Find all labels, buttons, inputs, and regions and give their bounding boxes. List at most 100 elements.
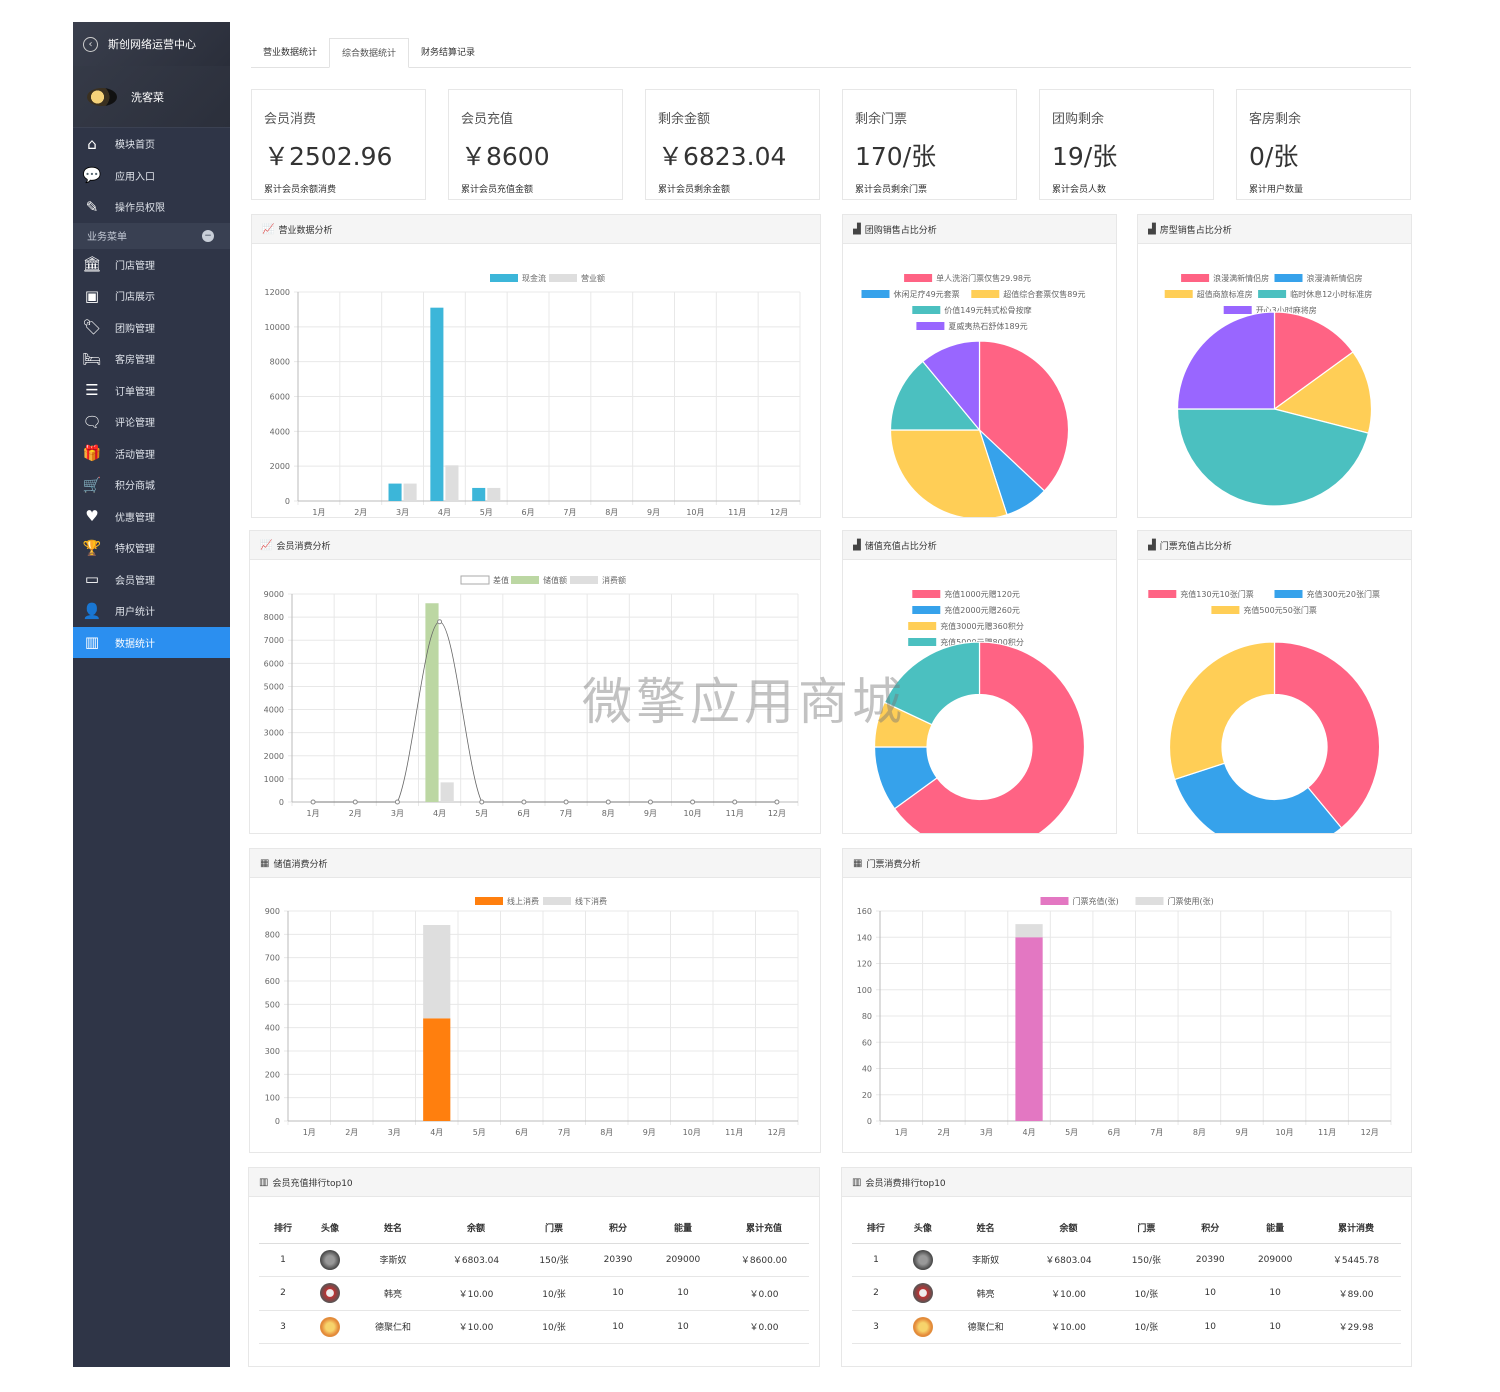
legend-item[interactable]: 超值商旅标准房 (1164, 289, 1253, 299)
bar[interactable] (440, 782, 454, 802)
bar[interactable] (430, 307, 444, 501)
sidebar-section-header[interactable]: 业务菜单 − (73, 222, 230, 249)
sidebar-item[interactable]: ♥ 优惠管理 (73, 501, 230, 533)
legend-item[interactable]: 门票使用(张) (1135, 896, 1214, 906)
bar[interactable] (403, 483, 417, 501)
data-point[interactable] (479, 799, 485, 805)
pie-slice[interactable] (1173, 762, 1343, 833)
legend-label: 夏威夷热石舒体189元 (948, 321, 1027, 331)
tab-business-stats[interactable]: 营业数据统计 (251, 38, 329, 68)
data-point[interactable] (563, 799, 569, 805)
sidebar-header[interactable]: ‹ 斯创网络运营中心 (73, 22, 230, 66)
data-point[interactable] (310, 799, 316, 805)
bar[interactable] (423, 1018, 451, 1121)
legend-item[interactable]: 营业额 (549, 273, 605, 283)
table-row[interactable]: 3 德聚仁和 ￥10.00 10/张 10 10 ￥29.98 (852, 1310, 1401, 1344)
sidebar-item[interactable]: 🛒 积分商城 (73, 469, 230, 501)
tab-finance-records[interactable]: 财务结算记录 (409, 38, 487, 68)
x-tick-label: 11月 (726, 809, 744, 818)
legend-item[interactable]: 单人洗浴门票仅售29.98元 (904, 273, 1031, 283)
legend-item[interactable]: 现金流 (490, 273, 546, 283)
legend-item[interactable]: 充值3000元赠360积分 (908, 621, 1024, 631)
data-point[interactable] (774, 799, 780, 805)
legend-item[interactable]: 超值综合套票仅售89元 (971, 289, 1085, 299)
y-tick-label: 400 (265, 1024, 280, 1033)
legend-item[interactable]: 浪漫满新情侣房 (1181, 273, 1269, 283)
y-tick-label: 60 (862, 1038, 872, 1047)
stat-title: 会员消费 (264, 112, 317, 127)
legend-item[interactable]: 线下消费 (543, 896, 607, 906)
sidebar-item[interactable]: 🗨 评论管理 (73, 406, 230, 438)
stat-value: 170/张 (855, 142, 937, 171)
legend-item[interactable]: 差值 (460, 575, 509, 585)
legend-item[interactable]: 线上消费 (475, 896, 539, 906)
data-point[interactable] (394, 799, 400, 805)
sidebar-item[interactable]: 🛏 客房管理 (73, 343, 230, 375)
legend-item[interactable]: 价值149元韩式松骨按摩 (912, 305, 1032, 315)
sidebar-item[interactable]: 🎁 活动管理 (73, 438, 230, 470)
data-point[interactable] (732, 799, 738, 805)
legend-item[interactable]: 充值130元10张门票 (1148, 589, 1254, 599)
bar[interactable] (1015, 924, 1043, 938)
sidebar-item[interactable]: 🏛 门店管理 (73, 249, 230, 281)
data-point[interactable] (690, 799, 696, 805)
bar[interactable] (487, 487, 501, 501)
bar[interactable] (1015, 937, 1043, 1121)
sidebar-item[interactable]: ☰ 订单管理 (73, 375, 230, 407)
legend-item[interactable]: 夏威夷热石舒体189元 (916, 321, 1028, 331)
bar[interactable] (445, 465, 459, 501)
data-point[interactable] (605, 799, 611, 805)
table-row[interactable]: 3 德聚仁和 ￥10.00 10/张 10 10 ￥0.00 (259, 1310, 809, 1344)
recharge-top10-panel: ▥ 会员充值排行top10 排行 头像 姓名 余额 门票 积分 能量 累计充值 1 李斯奴 ￥6803… (248, 1167, 820, 1367)
bar[interactable] (388, 483, 402, 501)
x-tick-label: 12月 (768, 809, 786, 818)
sidebar-item[interactable]: ⌂ 模块首页 (73, 128, 230, 160)
pie-slice[interactable] (1176, 311, 1276, 410)
sidebar-item[interactable]: ✎ 操作员权限 (73, 191, 230, 223)
legend-item[interactable]: 浪漫清新情侣房 (1274, 273, 1363, 283)
table-row[interactable]: 1 李斯奴 ￥6803.04 150/张 20390 209000 ￥5445.78 (852, 1243, 1401, 1277)
legend-swatch (490, 274, 518, 282)
bar[interactable] (423, 925, 451, 1019)
tab-overall-stats[interactable]: 综合数据统计 (329, 38, 410, 68)
legend-item[interactable]: 门票充值(张) (1040, 896, 1119, 906)
avatar (912, 1249, 933, 1270)
bar[interactable] (472, 487, 486, 501)
sidebar-item[interactable]: 💬 应用入口 (73, 160, 230, 192)
data-point[interactable] (647, 799, 653, 805)
legend-item[interactable]: 临时休息12小时标准房 (1258, 289, 1372, 299)
data-point[interactable] (521, 799, 527, 805)
legend-item[interactable]: 充值1000元赠120元 (912, 589, 1020, 599)
table-cell: 10 (647, 1310, 719, 1344)
sidebar-item[interactable]: 🏆 特权管理 (73, 532, 230, 564)
table-cell: 209000 (1239, 1243, 1312, 1277)
sidebar-item-label: 订单管理 (115, 386, 155, 398)
data-point[interactable] (437, 619, 443, 625)
table-row[interactable]: 2 韩亮 ￥10.00 10/张 10 10 ￥0.00 (259, 1276, 809, 1311)
table-row[interactable]: 1 李斯奴 ￥6803.04 150/张 20390 209000 ￥8600.00 (259, 1243, 809, 1277)
data-point[interactable] (352, 799, 358, 805)
x-tick-label: 6月 (517, 809, 530, 818)
sidebar-user[interactable]: 洗客菜 (73, 66, 230, 128)
pie-slice[interactable] (1168, 641, 1276, 781)
legend-item[interactable]: 充值300元20张门票 (1274, 589, 1380, 599)
legend-item[interactable]: 消费额 (570, 575, 626, 585)
sidebar-item[interactable]: ▣ 门店展示 (73, 280, 230, 312)
legend-item[interactable]: 充值2000元赠260元 (912, 605, 1020, 615)
legend-item[interactable]: 充值500元50张门票 (1211, 605, 1317, 615)
legend-item[interactable]: 储值额 (511, 575, 567, 585)
sidebar-item[interactable]: ▥ 数据统计 (73, 626, 230, 658)
table-row[interactable]: 2 韩亮 ￥10.00 10/张 10 10 ￥89.00 (852, 1276, 1401, 1311)
back-circle-icon[interactable]: ‹ (83, 36, 98, 52)
sidebar-item[interactable]: 🏷 团购管理 (73, 312, 230, 344)
sidebar-item[interactable]: 👤 用户统计 (73, 595, 230, 627)
chart-legend: 浪漫满新情侣房 浪漫清新情侣房超值商旅标准房 临时休息12小时标准房开心3小时麻将房 (1164, 273, 1372, 315)
sidebar-item-label: 评论管理 (115, 418, 155, 430)
collapse-icon[interactable]: − (202, 229, 214, 242)
x-tick-label: 9月 (644, 809, 657, 818)
sidebar-item-label: 会员管理 (115, 575, 155, 587)
sidebar-item[interactable]: ▭ 会员管理 (73, 564, 230, 596)
bar-chart-icon: ▥ (259, 1176, 269, 1188)
legend-item[interactable]: 休闲足疗49元套票 (861, 289, 960, 299)
avatar-cell (307, 1276, 353, 1311)
